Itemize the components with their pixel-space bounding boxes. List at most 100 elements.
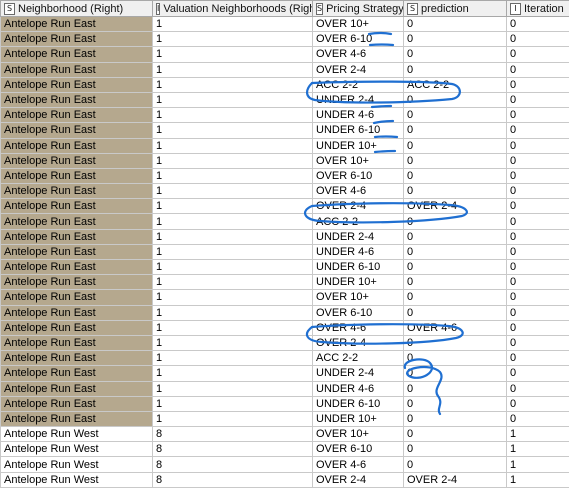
table-row[interactable]: Antelope Run East 1 OVER 4-6 0 0 — [0, 183, 569, 200]
valuation-neighborhood-cell[interactable]: 1 — [152, 152, 313, 169]
prediction-cell[interactable]: 0 — [403, 243, 507, 261]
iteration-cell[interactable]: 0 — [506, 167, 569, 185]
iteration-cell[interactable]: 0 — [506, 152, 569, 169]
valuation-neighborhood-cell[interactable]: 1 — [152, 91, 313, 109]
table-row[interactable]: Antelope Run East 1 OVER 4-6 0 0 — [0, 46, 569, 63]
pricing-strategy-cell[interactable]: OVER 4-6 — [312, 456, 404, 473]
neighborhood-cell[interactable]: Antelope Run West — [0, 441, 153, 458]
iteration-cell[interactable]: 0 — [506, 183, 569, 200]
prediction-cell[interactable]: 0 — [403, 304, 507, 321]
neighborhood-cell[interactable]: Antelope Run East — [0, 243, 153, 261]
pricing-strategy-cell[interactable]: OVER 2-4 — [312, 471, 404, 488]
iteration-cell[interactable]: 0 — [506, 410, 569, 428]
valuation-neighborhood-cell[interactable]: 1 — [152, 319, 313, 336]
pricing-strategy-cell[interactable]: UNDER 2-4 — [312, 91, 404, 109]
table-row[interactable]: Antelope Run East 1 OVER 6-10 0 0 — [0, 304, 569, 321]
neighborhood-cell[interactable]: Antelope Run East — [0, 46, 153, 63]
neighborhood-cell[interactable]: Antelope Run East — [0, 107, 153, 124]
table-row[interactable]: Antelope Run West 8 OVER 2-4 OVER 2-4 1 — [0, 471, 569, 488]
valuation-neighborhood-cell[interactable]: 1 — [152, 137, 313, 154]
valuation-neighborhood-cell[interactable]: 1 — [152, 258, 313, 276]
table-row[interactable]: Antelope Run East 1 OVER 2-4 0 0 — [0, 61, 569, 78]
neighborhood-cell[interactable]: Antelope Run East — [0, 167, 153, 185]
valuation-neighborhood-cell[interactable]: 1 — [152, 31, 313, 48]
pricing-strategy-cell[interactable]: OVER 2-4 — [312, 61, 404, 78]
pricing-strategy-cell[interactable]: UNDER 10+ — [312, 410, 404, 428]
pricing-strategy-cell[interactable]: UNDER 6-10 — [312, 122, 404, 139]
prediction-cell[interactable]: 0 — [403, 15, 507, 33]
valuation-neighborhood-cell[interactable]: 1 — [152, 365, 313, 382]
iteration-cell[interactable]: 0 — [506, 319, 569, 336]
prediction-cell[interactable]: 0 — [403, 426, 507, 443]
neighborhood-cell[interactable]: Antelope Run East — [0, 15, 153, 33]
neighborhood-cell[interactable]: Antelope Run East — [0, 274, 153, 291]
iteration-cell[interactable]: 0 — [506, 289, 569, 306]
prediction-cell[interactable]: 0 — [403, 137, 507, 154]
neighborhood-cell[interactable]: Antelope Run East — [0, 319, 153, 336]
valuation-neighborhood-cell[interactable]: 1 — [152, 304, 313, 321]
pricing-strategy-cell[interactable]: UNDER 2-4 — [312, 365, 404, 382]
table-row[interactable]: Antelope Run West 8 OVER 4-6 0 1 — [0, 456, 569, 473]
pricing-strategy-cell[interactable]: OVER 6-10 — [312, 441, 404, 458]
prediction-cell[interactable]: 0 — [403, 350, 507, 367]
prediction-cell[interactable]: 0 — [403, 274, 507, 291]
iteration-cell[interactable]: 0 — [506, 61, 569, 78]
iteration-cell[interactable]: 0 — [506, 243, 569, 261]
neighborhood-cell[interactable]: Antelope Run East — [0, 198, 153, 215]
valuation-neighborhood-cell[interactable]: 8 — [152, 471, 313, 488]
pricing-strategy-cell[interactable]: OVER 10+ — [312, 289, 404, 306]
pricing-strategy-cell[interactable]: OVER 10+ — [312, 426, 404, 443]
iteration-cell[interactable]: 0 — [506, 365, 569, 382]
column-header-pricing-strategy[interactable]: S Pricing Strategy — [312, 0, 404, 17]
prediction-cell[interactable]: ACC 2-2 — [403, 76, 507, 93]
prediction-cell[interactable]: 0 — [403, 258, 507, 276]
pricing-strategy-cell[interactable]: OVER 4-6 — [312, 319, 404, 336]
neighborhood-cell[interactable]: Antelope Run East — [0, 61, 153, 78]
table-row[interactable]: Antelope Run East 1 OVER 6-10 0 0 — [0, 167, 569, 185]
valuation-neighborhood-cell[interactable]: 1 — [152, 350, 313, 367]
prediction-cell[interactable]: 0 — [403, 289, 507, 306]
pricing-strategy-cell[interactable]: ACC 2-2 — [312, 350, 404, 367]
table-row[interactable]: Antelope Run East 1 ACC 2-2 ACC 2-2 0 — [0, 76, 569, 93]
valuation-neighborhood-cell[interactable]: 1 — [152, 395, 313, 412]
prediction-cell[interactable]: 0 — [403, 183, 507, 200]
table-row[interactable]: Antelope Run East 1 UNDER 10+ 0 0 — [0, 410, 569, 428]
pricing-strategy-cell[interactable]: OVER 2-4 — [312, 334, 404, 352]
table-row[interactable]: Antelope Run East 1 UNDER 4-6 0 0 — [0, 107, 569, 124]
iteration-cell[interactable]: 0 — [506, 304, 569, 321]
prediction-cell[interactable]: 0 — [403, 380, 507, 397]
table-row[interactable]: Antelope Run West 8 OVER 6-10 0 1 — [0, 441, 569, 458]
iteration-cell[interactable]: 1 — [506, 471, 569, 488]
valuation-neighborhood-cell[interactable]: 1 — [152, 289, 313, 306]
table-row[interactable]: Antelope Run East 1 UNDER 6-10 0 0 — [0, 395, 569, 412]
prediction-cell[interactable]: 0 — [403, 152, 507, 169]
prediction-cell[interactable]: 0 — [403, 213, 507, 230]
valuation-neighborhood-cell[interactable]: 1 — [152, 228, 313, 245]
column-header-valuation-neighborhoods[interactable]: I Valuation Neighborhoods (Right) — [152, 0, 313, 17]
iteration-cell[interactable]: 0 — [506, 334, 569, 352]
iteration-cell[interactable]: 0 — [506, 137, 569, 154]
iteration-cell[interactable]: 0 — [506, 395, 569, 412]
prediction-cell[interactable]: 0 — [403, 441, 507, 458]
table-row[interactable]: Antelope Run West 8 OVER 10+ 0 1 — [0, 426, 569, 443]
valuation-neighborhood-cell[interactable]: 1 — [152, 213, 313, 230]
prediction-cell[interactable]: 0 — [403, 46, 507, 63]
prediction-cell[interactable]: OVER 2-4 — [403, 471, 507, 488]
neighborhood-cell[interactable]: Antelope Run East — [0, 304, 153, 321]
neighborhood-cell[interactable]: Antelope Run East — [0, 365, 153, 382]
neighborhood-cell[interactable]: Antelope Run East — [0, 213, 153, 230]
prediction-cell[interactable]: OVER 2-4 — [403, 198, 507, 215]
pricing-strategy-cell[interactable]: UNDER 4-6 — [312, 380, 404, 397]
prediction-cell[interactable]: OVER 4-6 — [403, 319, 507, 336]
prediction-cell[interactable]: 0 — [403, 122, 507, 139]
valuation-neighborhood-cell[interactable]: 1 — [152, 183, 313, 200]
neighborhood-cell[interactable]: Antelope Run East — [0, 410, 153, 428]
pricing-strategy-cell[interactable]: OVER 2-4 — [312, 198, 404, 215]
prediction-cell[interactable]: 0 — [403, 31, 507, 48]
neighborhood-cell[interactable]: Antelope Run East — [0, 91, 153, 109]
iteration-cell[interactable]: 0 — [506, 258, 569, 276]
valuation-neighborhood-cell[interactable]: 8 — [152, 456, 313, 473]
valuation-neighborhood-cell[interactable]: 1 — [152, 167, 313, 185]
neighborhood-cell[interactable]: Antelope Run East — [0, 334, 153, 352]
prediction-cell[interactable]: 0 — [403, 365, 507, 382]
